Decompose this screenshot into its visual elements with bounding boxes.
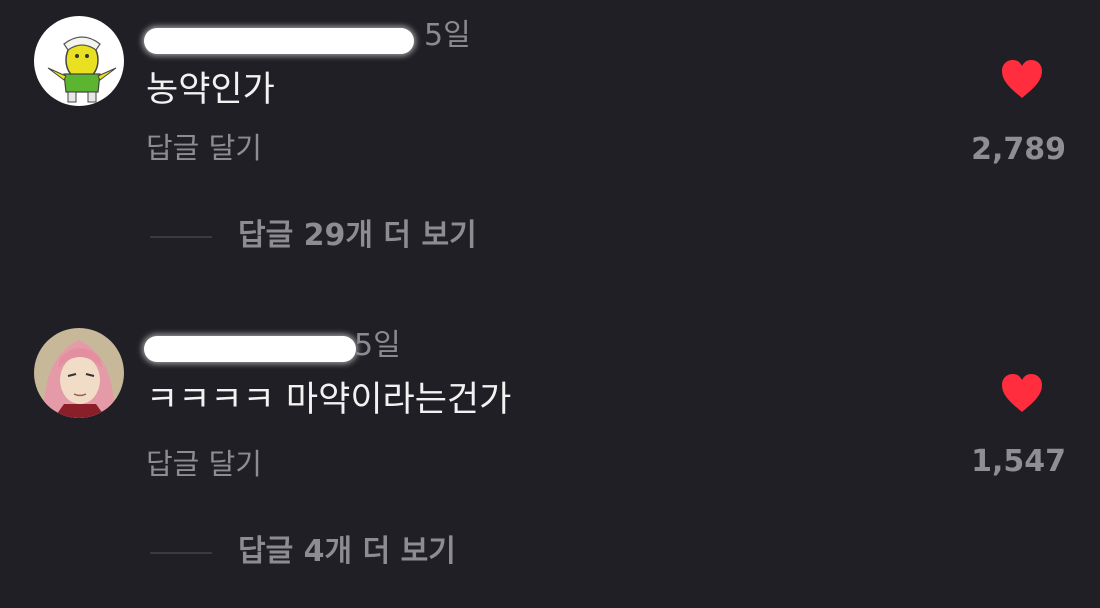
divider-line: [150, 236, 212, 238]
divider-line: [150, 552, 212, 554]
comment-item: 5일 ㅋㅋㅋㅋ 마약이라는건가 답글 달기 1,547 답글 4개 더 보기: [0, 312, 1100, 608]
like-count: 1,547: [971, 444, 1066, 479]
username-redacted[interactable]: [144, 28, 414, 54]
view-more-replies-label[interactable]: 답글 29개 더 보기: [238, 216, 477, 256]
comment-text: 농약인가: [146, 70, 275, 110]
comment-time: 5일: [354, 328, 401, 363]
view-more-replies-label[interactable]: 답글 4개 더 보기: [238, 532, 456, 572]
reply-button[interactable]: 답글 달기: [146, 446, 262, 482]
reply-button[interactable]: 답글 달기: [146, 130, 262, 166]
avatar[interactable]: [34, 328, 124, 418]
username-redacted[interactable]: [144, 336, 356, 362]
like-count: 2,789: [971, 132, 1066, 167]
comment-text: ㅋㅋㅋㅋ 마약이라는건가: [146, 380, 512, 420]
avatar-image: [34, 16, 124, 106]
heart-icon[interactable]: [1000, 58, 1044, 100]
comment-time: 5일: [424, 18, 471, 53]
avatar[interactable]: [34, 16, 124, 106]
avatar-image: [34, 328, 124, 418]
comment-item: 5일 농약인가 답글 달기 2,789 답글 29개 더 보기: [0, 0, 1100, 296]
heart-icon[interactable]: [1000, 372, 1044, 414]
